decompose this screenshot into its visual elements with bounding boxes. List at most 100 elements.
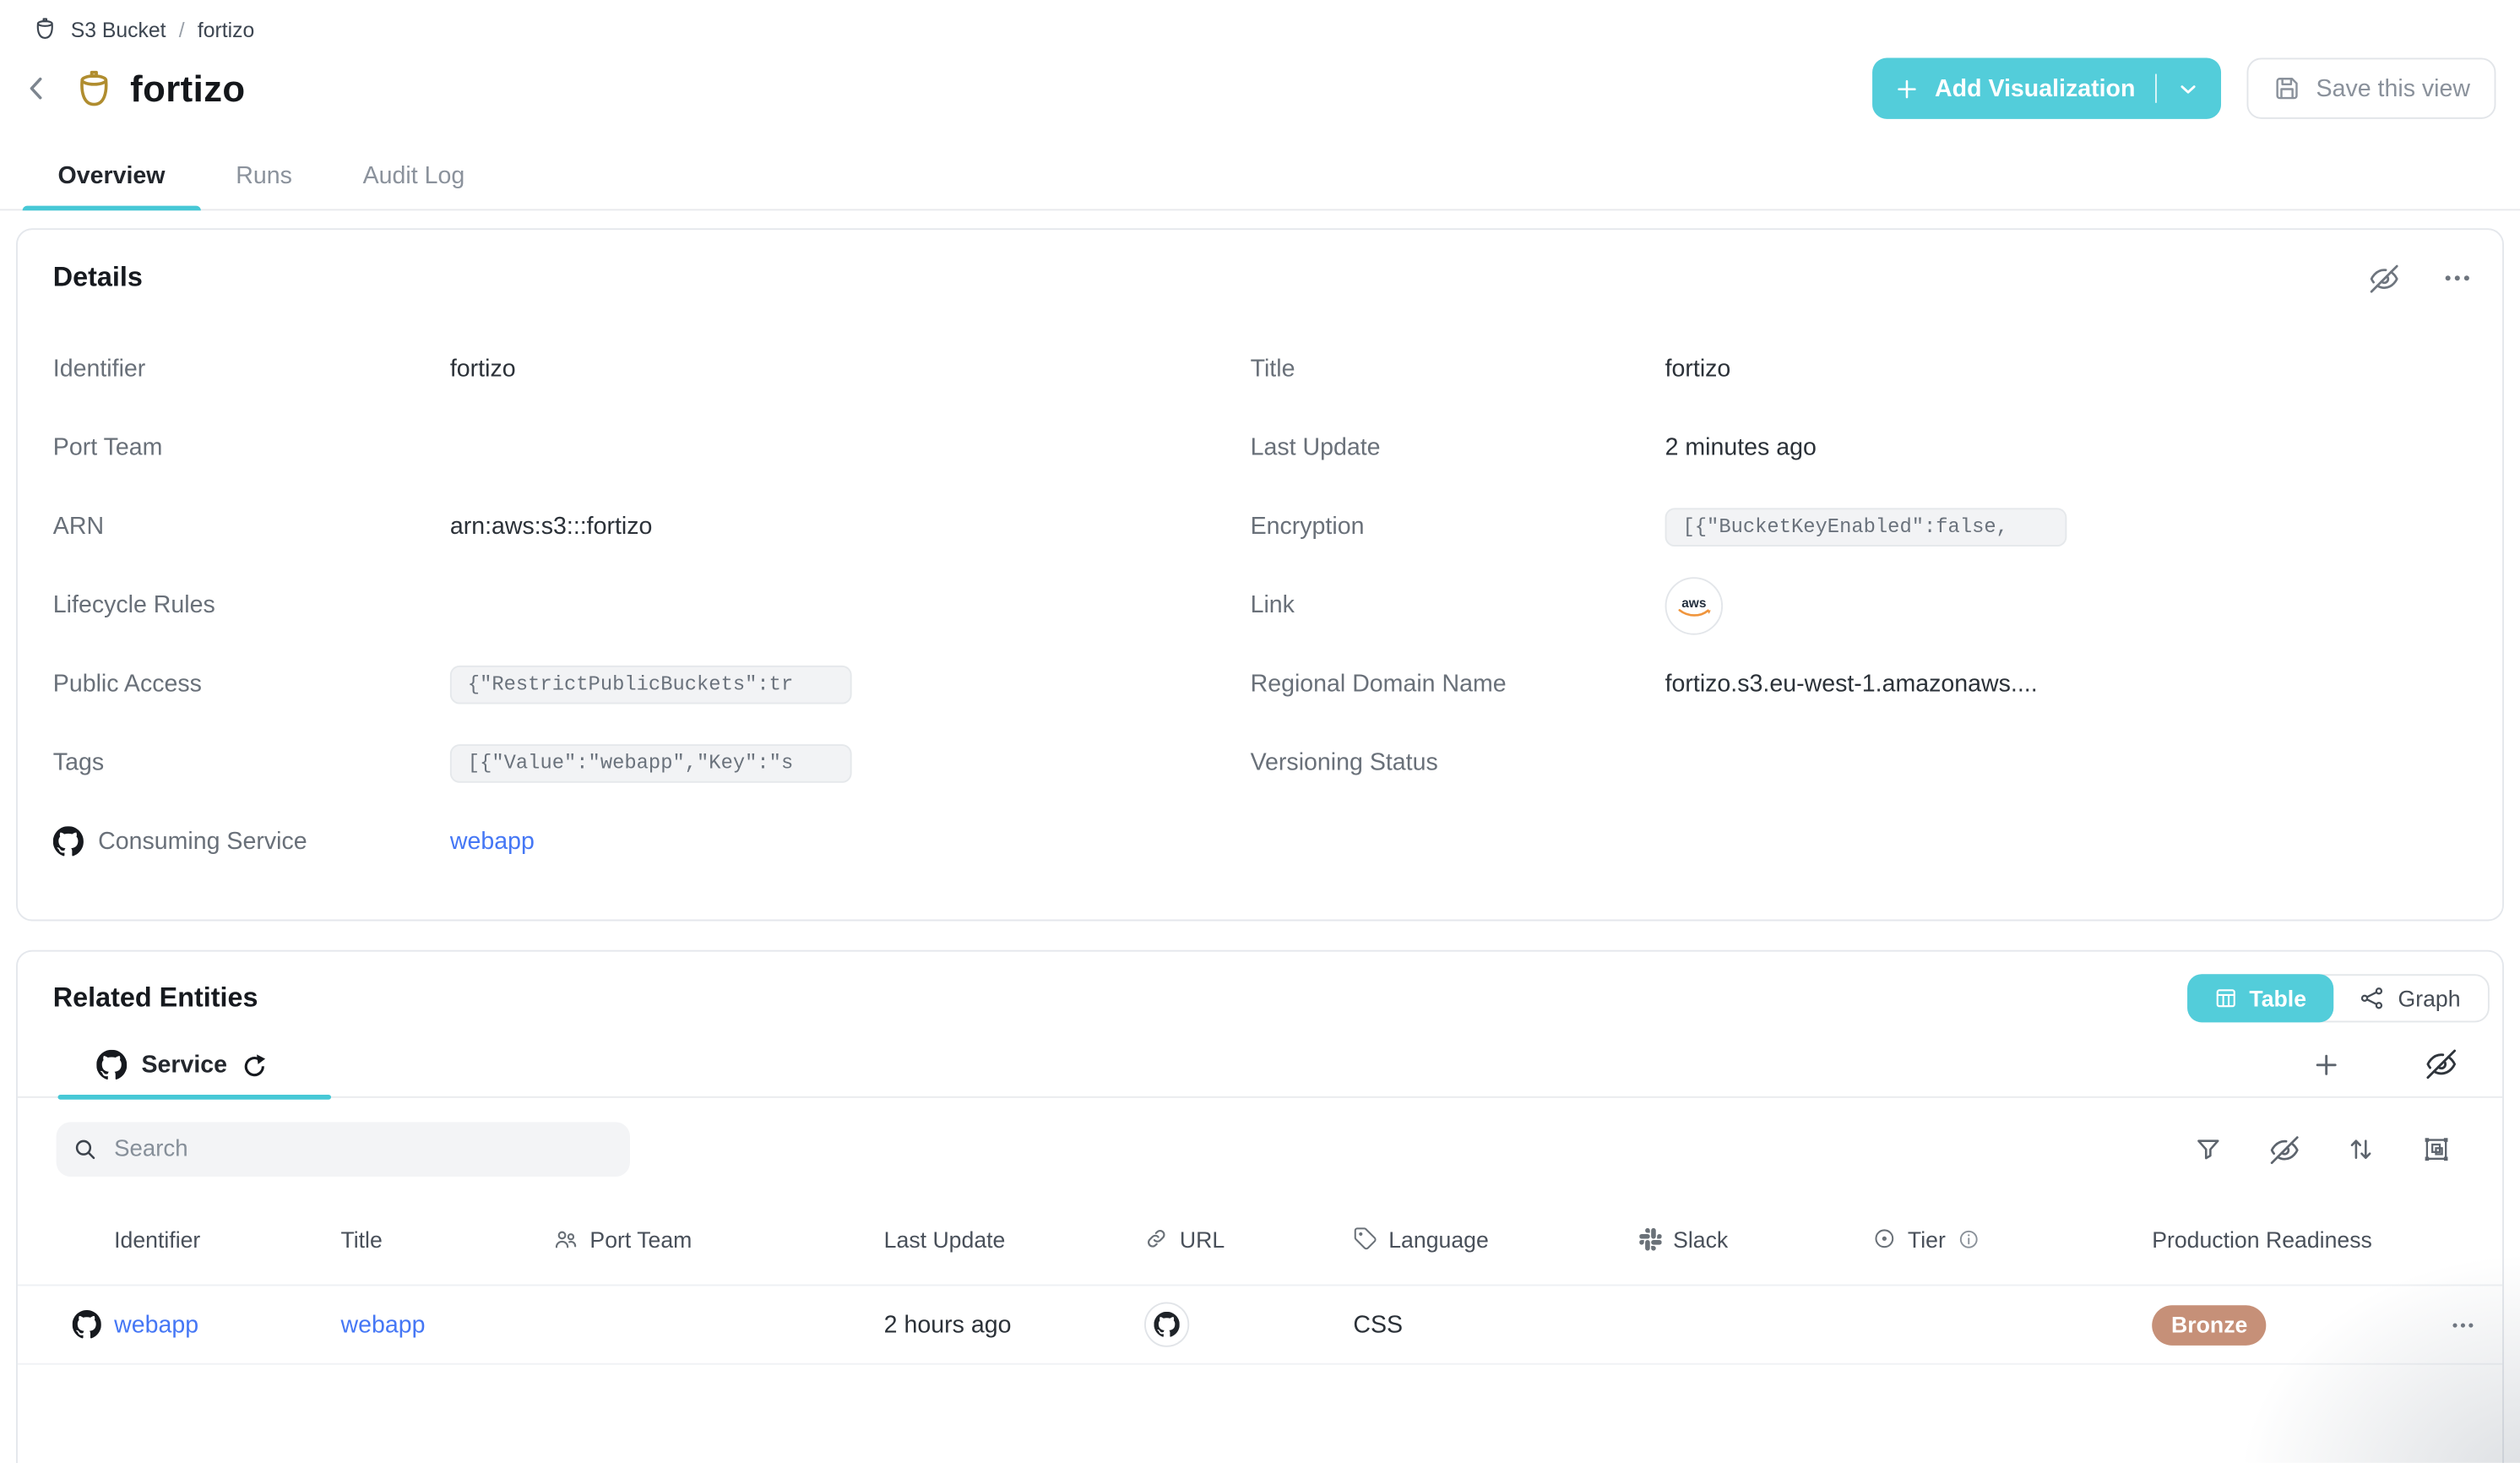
cell-title: webapp <box>340 1311 552 1338</box>
column-header-url[interactable]: URL <box>1144 1226 1353 1251</box>
consuming-service-link[interactable]: webapp <box>450 828 535 855</box>
tab-label: Overview <box>58 161 166 188</box>
field-label: Last Update <box>1251 434 1665 461</box>
plus-icon <box>2311 1049 2342 1080</box>
column-header-port-team[interactable]: Port Team <box>553 1226 884 1251</box>
cell-last-update: 2 hours ago <box>884 1311 1144 1338</box>
hide-empty-fields-button[interactable] <box>2369 263 2399 293</box>
field-port-team: Port Team <box>53 408 1251 487</box>
json-value-chip[interactable]: [{"Value":"webapp","Key":"s <box>450 743 852 782</box>
save-icon <box>2273 74 2301 103</box>
details-header-icons <box>2369 262 2474 294</box>
github-icon <box>1154 1312 1179 1337</box>
save-view-button[interactable]: Save this view <box>2247 58 2496 119</box>
eye-off-icon <box>2269 1134 2300 1165</box>
field-label: ARN <box>53 513 450 540</box>
tab-label: Runs <box>236 161 292 188</box>
search-icon <box>73 1136 98 1161</box>
search-box <box>57 1122 630 1177</box>
details-card-header: Details <box>18 230 2502 294</box>
aws-icon: aws <box>1673 590 1714 619</box>
column-header-production-readiness[interactable]: Production Readiness <box>2152 1226 2415 1251</box>
identifier-link[interactable]: webapp <box>114 1311 198 1338</box>
svg-text:aws: aws <box>1681 596 1706 610</box>
view-toggle: Table Graph <box>2186 974 2490 1022</box>
eye-off-icon <box>2425 1048 2458 1080</box>
breadcrumb-blueprint[interactable]: S3 Bucket <box>71 17 166 41</box>
related-entities-header: Related Entities Table Graph <box>18 952 2502 1023</box>
column-header-last-update[interactable]: Last Update <box>884 1226 1144 1251</box>
field-identifier: Identifier fortizo <box>53 329 1251 408</box>
add-related-button[interactable] <box>2311 1049 2342 1080</box>
github-icon <box>73 1310 101 1339</box>
tab-service[interactable]: Service <box>58 1050 332 1096</box>
details-fields-right: Title fortizo Last Update 2 minutes ago … <box>1251 329 2468 881</box>
column-header-tier[interactable]: Tier <box>1872 1226 2152 1251</box>
field-title: Title fortizo <box>1251 329 2468 408</box>
column-header-identifier[interactable]: Identifier <box>114 1226 340 1251</box>
filter-button[interactable] <box>2194 1135 2223 1164</box>
search-input[interactable] <box>111 1135 614 1164</box>
related-entities-card: Related Entities Table Graph Service <box>16 950 2504 1463</box>
bucket-gold-icon <box>73 67 116 110</box>
eye-off-icon <box>2369 263 2399 293</box>
sort-button[interactable] <box>2346 1135 2375 1164</box>
group-by-icon <box>2422 1135 2451 1164</box>
graph-view-label: Graph <box>2398 986 2461 1011</box>
column-header-slack[interactable]: Slack <box>1639 1226 1872 1251</box>
cell-url <box>1144 1302 1353 1346</box>
field-versioning-status: Versioning Status <box>1251 723 2468 802</box>
hide-columns-button[interactable] <box>2269 1134 2300 1165</box>
sort-icon <box>2346 1135 2375 1164</box>
tab-runs[interactable]: Runs <box>200 141 327 209</box>
details-fields-left: Identifier fortizo Port Team ARN arn:aws… <box>53 329 1251 881</box>
graph-view-button[interactable]: Graph <box>2332 976 2487 1020</box>
aws-link-avatar[interactable]: aws <box>1665 576 1724 634</box>
chevron-down-icon[interactable] <box>2176 76 2201 101</box>
group-by-button[interactable] <box>2422 1135 2451 1164</box>
row-more-menu-button[interactable] <box>2449 1311 2476 1338</box>
details-fields: Identifier fortizo Port Team ARN arn:aws… <box>18 294 2502 881</box>
title-row: fortizo <box>16 64 246 112</box>
table-header-row: Identifier Title Port Team Last Update U… <box>18 1193 2502 1286</box>
tab-label: Audit Log <box>363 161 465 188</box>
table-row: webapp webapp 2 hours ago CSS Bronze <box>18 1286 2502 1364</box>
link-icon <box>1144 1226 1169 1251</box>
field-consuming-service: Consuming Service webapp <box>53 802 1251 881</box>
related-tab-actions <box>2311 1048 2458 1096</box>
chevron-left-icon <box>21 73 53 105</box>
breadcrumb-separator: / <box>179 17 185 41</box>
field-label: Encryption <box>1251 513 1665 540</box>
plus-icon <box>1893 74 1920 101</box>
table-tools <box>2194 1134 2464 1165</box>
json-value-chip[interactable]: [{"BucketKeyEnabled":false, <box>1665 507 2067 546</box>
url-github-link[interactable] <box>1144 1302 1189 1346</box>
relation-arrow-icon <box>242 1052 267 1078</box>
ellipsis-icon <box>2449 1311 2476 1338</box>
table-view-button[interactable]: Table <box>2186 974 2333 1022</box>
title-link[interactable]: webapp <box>340 1311 425 1338</box>
field-label: Regional Domain Name <box>1251 671 1665 698</box>
button-divider <box>2154 74 2157 103</box>
breadcrumb-entity[interactable]: fortizo <box>198 17 254 41</box>
github-icon <box>96 1050 127 1080</box>
field-label: Port Team <box>53 434 450 461</box>
field-label: Public Access <box>53 671 450 698</box>
back-button[interactable] <box>16 64 57 112</box>
column-header-language[interactable]: Language <box>1353 1226 1639 1251</box>
tab-overview[interactable]: Overview <box>23 141 201 209</box>
column-header-title[interactable]: Title <box>340 1226 552 1251</box>
field-label: Title <box>1251 356 1665 383</box>
field-link: Link aws <box>1251 566 2468 644</box>
graph-icon <box>2360 986 2385 1011</box>
field-label: Lifecycle Rules <box>53 591 450 618</box>
tab-audit-log[interactable]: Audit Log <box>328 141 500 209</box>
add-visualization-button[interactable]: Add Visualization <box>1872 58 2221 119</box>
filter-icon <box>2194 1135 2223 1164</box>
field-value: fortizo <box>450 356 516 383</box>
details-more-menu-button[interactable] <box>2441 262 2474 294</box>
json-value-chip[interactable]: {"RestrictPublicBuckets":tr <box>450 665 852 704</box>
field-encryption: Encryption [{"BucketKeyEnabled":false, <box>1251 487 2468 566</box>
hide-related-button[interactable] <box>2425 1048 2458 1080</box>
ellipsis-icon <box>2441 262 2474 294</box>
